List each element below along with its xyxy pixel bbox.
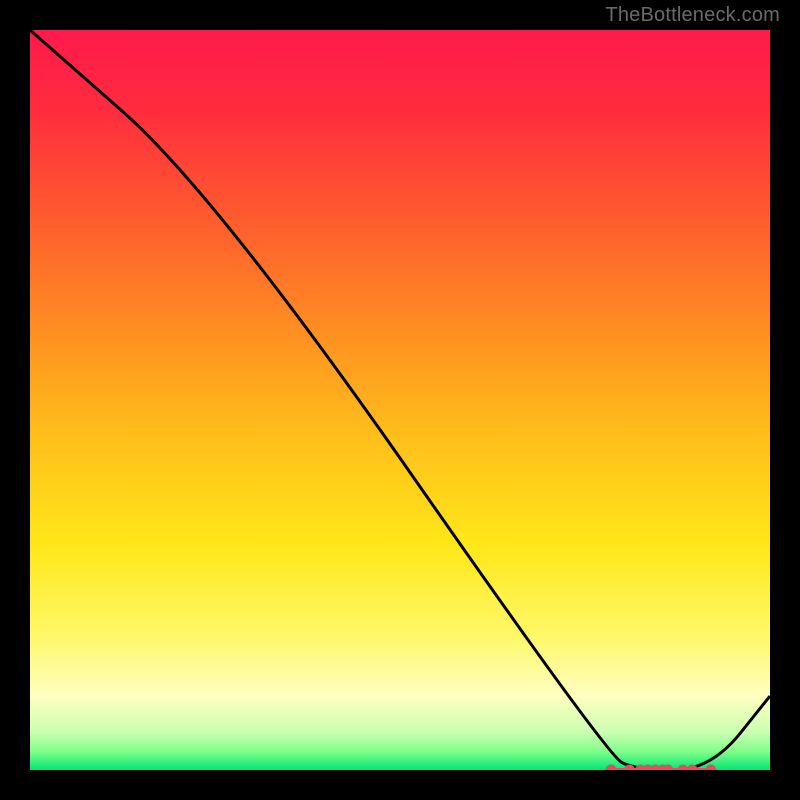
watermark-text: TheBottleneck.com	[605, 4, 780, 27]
plot-area	[30, 30, 770, 770]
chart-container: TheBottleneck.com	[0, 0, 800, 800]
gradient-background	[30, 30, 770, 770]
chart-svg	[30, 30, 770, 770]
